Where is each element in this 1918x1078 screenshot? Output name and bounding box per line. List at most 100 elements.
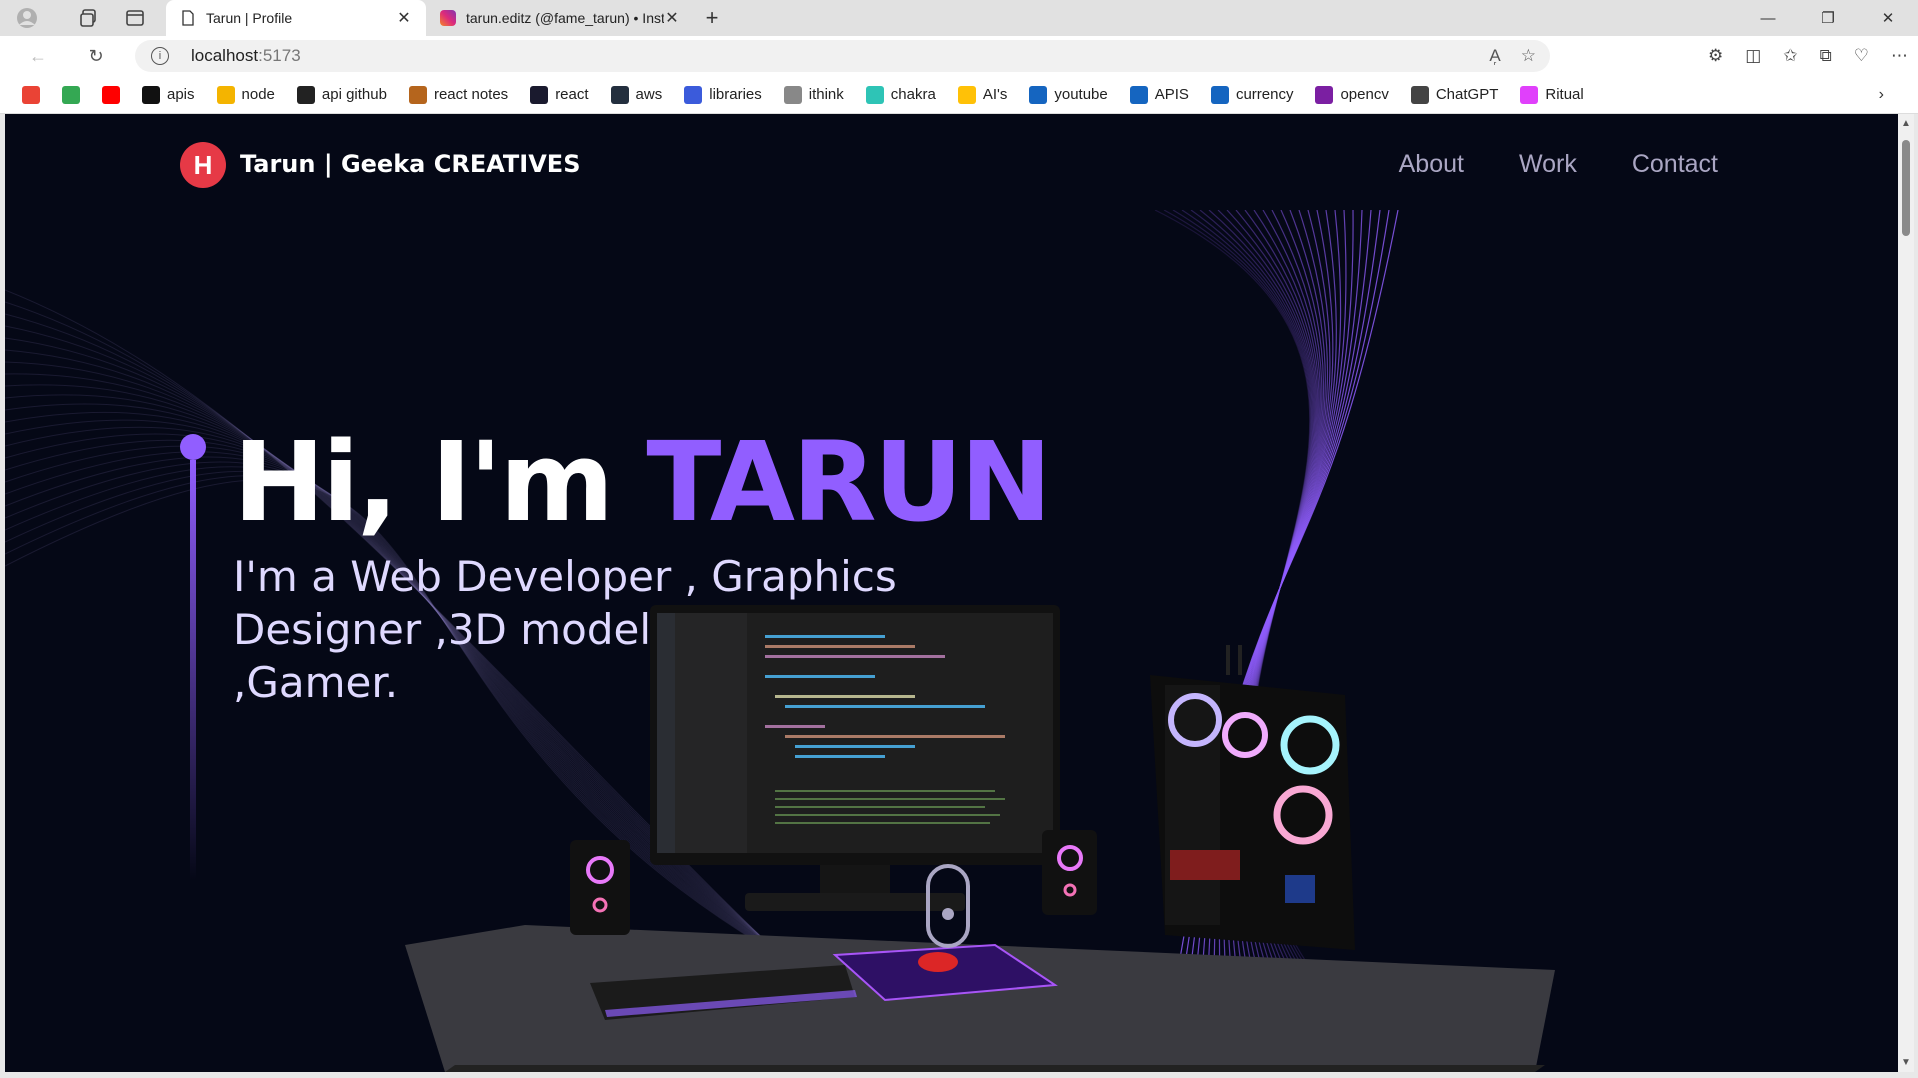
collections-icon[interactable]: ⧉: [1820, 46, 1832, 66]
tab-profile[interactable]: Tarun | Profile ✕: [166, 0, 426, 36]
more-menu-icon[interactable]: ⋯: [1891, 46, 1908, 66]
extensions-icon[interactable]: ⚙: [1708, 46, 1723, 66]
site-navbar: H Tarun | Geeka CREATIVES About Work Con…: [5, 114, 1898, 210]
close-icon[interactable]: ✕: [396, 8, 412, 28]
chevron-right-icon[interactable]: ›: [1879, 86, 1884, 104]
bookmark-item[interactable]: youtube: [1023, 85, 1113, 104]
browser-essentials-icon[interactable]: ♡: [1854, 46, 1869, 66]
close-window-icon[interactable]: ✕: [1858, 0, 1918, 36]
restore-icon[interactable]: ❐: [1798, 0, 1858, 36]
bookmark-item[interactable]: [56, 85, 86, 104]
github-icon: [296, 85, 315, 104]
split-screen-icon[interactable]: ◫: [1745, 46, 1761, 66]
bookmark-item[interactable]: ithink: [778, 85, 850, 104]
minimize-icon[interactable]: —: [1738, 0, 1798, 36]
bookmark-label: AI's: [982, 86, 1008, 103]
bookmark-item[interactable]: libraries: [678, 85, 768, 104]
tab-strip: Tarun | Profile ✕ tarun.editz (@fame_tar…: [0, 0, 1918, 36]
window-controls: — ❐ ✕: [1738, 0, 1918, 36]
new-tab-button[interactable]: +: [694, 0, 730, 36]
left-speaker: [570, 840, 630, 935]
page-scrollbar[interactable]: ▲ ▼: [1898, 114, 1914, 1072]
bookmark-label: react: [555, 86, 589, 103]
bookmark-label: node: [241, 86, 275, 103]
profile-icon[interactable]: [10, 1, 44, 35]
bookmark-item[interactable]: react: [524, 85, 594, 104]
m-icon: [142, 85, 160, 104]
bookmark-label: Ritual: [1545, 86, 1584, 103]
bookmark-item[interactable]: APIS: [1124, 85, 1195, 104]
nav-contact[interactable]: Contact: [1632, 150, 1718, 179]
bookmark-item[interactable]: apis: [136, 85, 201, 104]
timeline-dot: [180, 434, 206, 460]
nav-about[interactable]: About: [1399, 150, 1464, 179]
aws-icon: [610, 85, 629, 104]
favorites-icon[interactable]: ✩: [1783, 46, 1797, 66]
read-aloud-icon[interactable]: A᷊: [1489, 46, 1500, 66]
tab-instagram[interactable]: tarun.editz (@fame_tarun) • Insta ✕: [426, 0, 694, 36]
timeline-line: [190, 460, 196, 880]
headline-prefix: Hi, I'm: [233, 418, 647, 546]
address-host: localhost: [191, 46, 259, 65]
bookmark-label: currency: [1235, 86, 1294, 103]
bookmark-item[interactable]: react notes: [403, 85, 514, 104]
brand-name[interactable]: Tarun | Geeka CREATIVES: [240, 150, 580, 178]
bookmark-label: ChatGPT: [1435, 86, 1499, 103]
bookmark-label: aws: [635, 86, 663, 103]
favorite-star-icon[interactable]: ☆: [1521, 46, 1536, 66]
avatar-icon: [408, 85, 427, 104]
bookmark-item[interactable]: opencv: [1309, 85, 1394, 104]
address-port: :5173: [258, 46, 301, 65]
tab-actions-icon[interactable]: [118, 1, 152, 35]
scroll-indicator-dot: [942, 908, 954, 920]
chakra-icon: [865, 85, 884, 104]
opencv-icon: [1315, 85, 1334, 104]
scroll-down-icon[interactable]: ▼: [1898, 1057, 1914, 1068]
chatgpt-icon: [1410, 85, 1429, 104]
cloud-icon: [1210, 85, 1229, 104]
bookmark-item[interactable]: [16, 85, 46, 104]
scrollbar-thumb[interactable]: [1902, 140, 1910, 236]
back-icon[interactable]: ←: [18, 36, 58, 76]
instagram-icon: [440, 10, 456, 26]
bookmark-item[interactable]: api github: [291, 85, 393, 104]
tab-title: tarun.editz (@fame_tarun) • Insta: [466, 10, 664, 26]
nav-work[interactable]: Work: [1519, 150, 1577, 179]
bookmark-label: libraries: [709, 86, 762, 103]
bookmark-label: ithink: [808, 86, 844, 103]
tab-title: Tarun | Profile: [206, 10, 293, 26]
bookmark-item[interactable]: AI's: [952, 85, 1014, 104]
maps-icon: [62, 85, 80, 104]
scroll-indicator[interactable]: [926, 864, 970, 948]
browser-window: Tarun | Profile ✕ tarun.editz (@fame_tar…: [0, 0, 1918, 1078]
page-viewport: H Tarun | Geeka CREATIVES About Work Con…: [5, 114, 1898, 1072]
workspaces-icon[interactable]: [72, 1, 106, 35]
refresh-icon[interactable]: ↻: [76, 36, 116, 76]
close-icon[interactable]: ✕: [664, 8, 680, 28]
address-bar[interactable]: i localhost:5173 A᷊ ☆: [135, 40, 1550, 72]
library-icon: [684, 85, 703, 104]
bookmark-item[interactable]: ChatGPT: [1405, 85, 1505, 104]
headline-name: TARUN: [646, 418, 1052, 546]
brand-logo[interactable]: H: [180, 142, 226, 188]
bookmarks-bar: apis node api github react notes react aws lib…: [0, 76, 1918, 114]
bookmark-item[interactable]: node: [211, 85, 281, 104]
bookmark-item[interactable]: aws: [605, 85, 669, 104]
gaming-mouse: [918, 952, 958, 972]
bookmark-item[interactable]: chakra: [860, 85, 942, 104]
bookmark-item[interactable]: currency: [1205, 85, 1300, 104]
bookmark-label: opencv: [1340, 86, 1389, 103]
bookmark-item[interactable]: [96, 85, 126, 104]
bookmark-label: APIS: [1154, 86, 1189, 103]
info-icon[interactable]: i: [151, 47, 169, 65]
desk-setup-3d-model[interactable]: [405, 605, 1605, 1072]
hero-section: Hi, I'm TARUN I'm a Web Developer , Grap…: [5, 210, 1898, 1072]
scroll-up-icon[interactable]: ▲: [1898, 118, 1914, 129]
hug-icon: [957, 85, 976, 104]
bookmark-label: apis: [167, 86, 195, 103]
bookmark-label: api github: [321, 86, 387, 103]
youtube-icon: [102, 85, 120, 104]
cloud-icon: [1129, 85, 1148, 104]
bookmark-item[interactable]: Ritual: [1514, 85, 1589, 104]
bookmark-label: youtube: [1054, 86, 1108, 103]
